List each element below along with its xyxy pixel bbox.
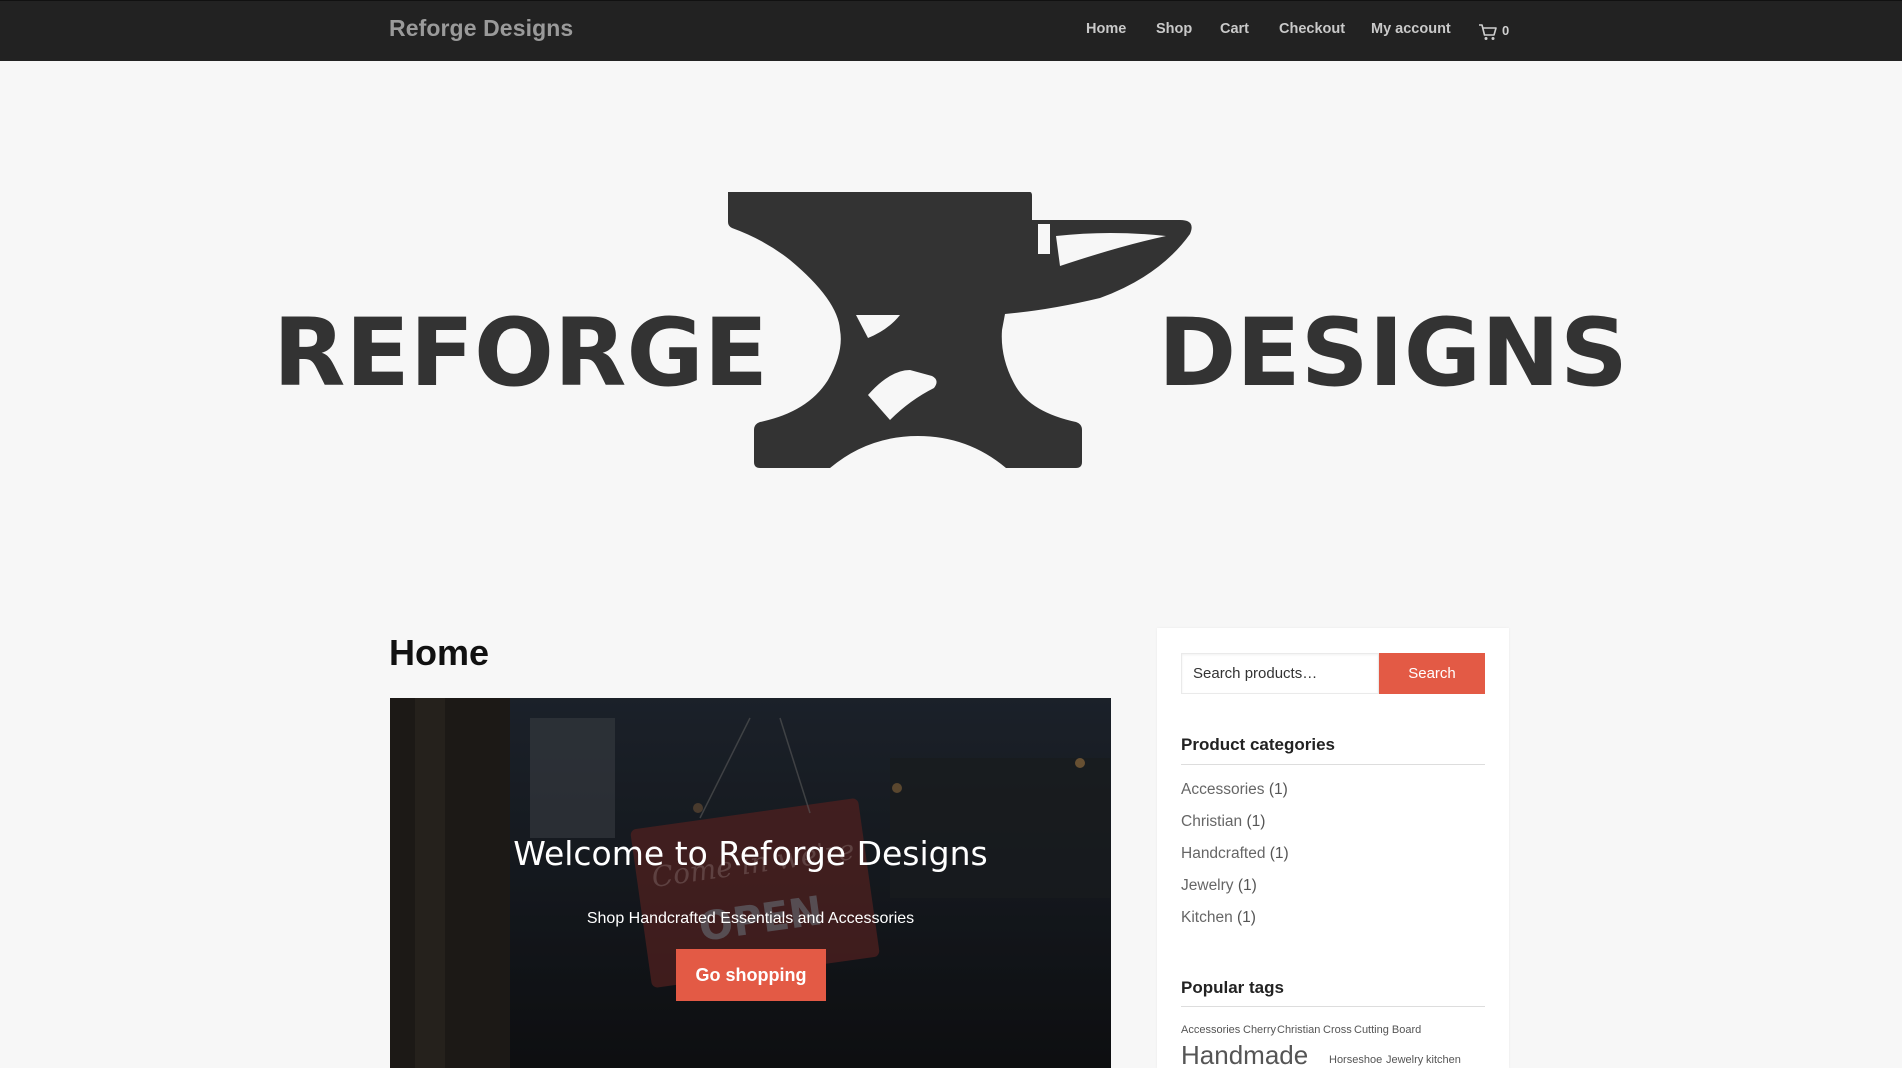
product-search-input[interactable]	[1181, 653, 1379, 694]
category-count: (1)	[1246, 813, 1266, 830]
product-categories-title: Product categories	[1181, 735, 1335, 754]
nav-my-account[interactable]: My account	[1371, 21, 1451, 37]
category-item: Jewelry (1)	[1181, 877, 1257, 895]
divider	[1181, 764, 1485, 765]
page-title: Home	[389, 632, 490, 673]
category-link-handcrafted[interactable]: Handcrafted	[1181, 845, 1265, 862]
category-link-christian[interactable]: Christian	[1181, 813, 1242, 830]
popular-tags-title: Popular tags	[1181, 978, 1284, 997]
hero-logo: REFORGE DESIGNS	[260, 180, 1640, 480]
hero-banner: Come in we're OPEN Welcome to Reforge De…	[390, 698, 1111, 1068]
nav-shop[interactable]: Shop	[1156, 21, 1192, 37]
go-shopping-button[interactable]: Go shopping	[676, 949, 826, 1001]
top-bar: Reforge Designs Home Shop Cart Checkout …	[0, 0, 1902, 61]
search-button[interactable]: Search	[1379, 653, 1485, 694]
cart-count[interactable]: 0	[1502, 23, 1509, 38]
category-link-kitchen[interactable]: Kitchen	[1181, 909, 1233, 926]
nav-checkout[interactable]: Checkout	[1279, 21, 1345, 37]
divider	[1181, 1006, 1485, 1007]
nav-cart[interactable]: Cart	[1220, 21, 1249, 37]
tag-accessories[interactable]: Accessories	[1181, 1024, 1240, 1036]
category-count: (1)	[1237, 909, 1256, 926]
banner-background-image: Come in we're OPEN	[390, 698, 1111, 1068]
tag-handmade[interactable]: Handmade	[1181, 1040, 1308, 1068]
tag-cloud: Accessories Cherry Christian Cross Cutti…	[1181, 1022, 1485, 1068]
tag-horseshoe[interactable]: Horseshoe	[1329, 1054, 1382, 1066]
category-link-accessories[interactable]: Accessories	[1181, 781, 1265, 798]
anvil-icon	[728, 192, 1192, 468]
tag-kitchen[interactable]: kitchen	[1426, 1054, 1461, 1066]
tag-jewelry[interactable]: Jewelry	[1386, 1054, 1423, 1066]
logo-graphic: REFORGE DESIGNS	[273, 192, 1628, 468]
logo-text-right: DESIGNS	[1158, 299, 1628, 408]
tag-cutting-board[interactable]: Cutting Board	[1354, 1024, 1421, 1036]
banner-title: Welcome to Reforge Designs	[513, 834, 988, 873]
tag-christian[interactable]: Christian	[1277, 1024, 1320, 1036]
banner-subtitle: Shop Handcrafted Essentials and Accessor…	[586, 910, 915, 927]
site-title[interactable]: Reforge Designs	[389, 15, 573, 42]
tag-cross[interactable]: Cross	[1323, 1024, 1352, 1036]
category-count: (1)	[1237, 877, 1257, 894]
category-count: (1)	[1268, 781, 1288, 798]
tag-cherry[interactable]: Cherry	[1243, 1024, 1276, 1036]
category-item: Kitchen (1)	[1181, 909, 1256, 927]
cart-icon[interactable]	[1478, 23, 1498, 41]
nav-home[interactable]: Home	[1086, 21, 1126, 37]
sidebar: Search Product categories Accessories (1…	[1157, 628, 1509, 1068]
category-count: (1)	[1269, 845, 1289, 862]
category-item: Accessories (1)	[1181, 781, 1288, 799]
category-link-jewelry[interactable]: Jewelry	[1181, 877, 1234, 894]
category-item: Handcrafted (1)	[1181, 845, 1289, 863]
category-item: Christian (1)	[1181, 813, 1265, 831]
logo-text-left: REFORGE	[273, 299, 768, 408]
